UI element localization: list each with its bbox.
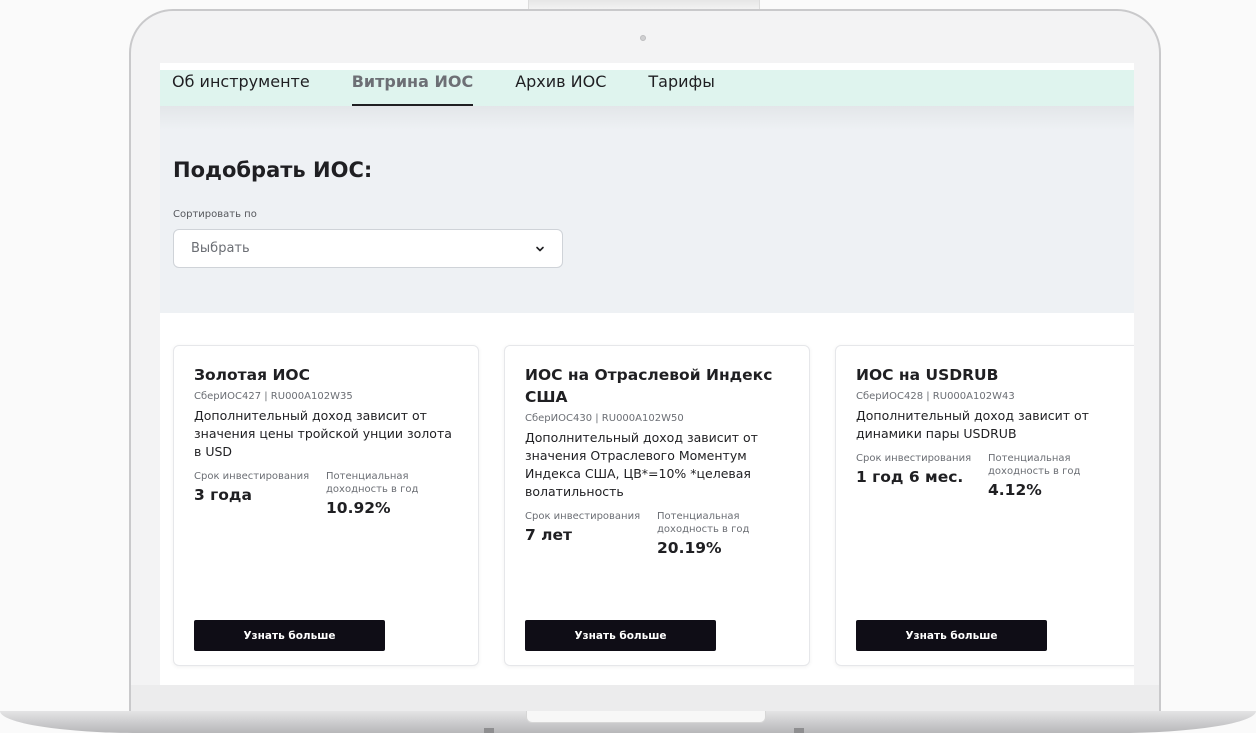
term-stat: Срок инвестирования 1 год 6 мес. <box>856 452 988 500</box>
tab-showcase[interactable]: Витрина ИОС <box>351 70 473 106</box>
term-value: 3 года <box>194 486 252 504</box>
term-stat: Срок инвестирования 3 года <box>194 470 326 518</box>
top-strip <box>160 63 1134 70</box>
filter-title: Подобрать ИОС: <box>173 158 373 182</box>
chevron-down-icon <box>536 246 544 251</box>
laptop-base-notch <box>526 711 766 723</box>
learn-more-button[interactable]: Узнать больше <box>525 620 716 651</box>
camera-icon <box>640 35 646 41</box>
learn-more-button[interactable]: Узнать больше <box>194 620 385 651</box>
yield-stat: Потенциальная доходность в год 20.19% <box>657 510 789 558</box>
yield-label: Потенциальная доходность в год <box>988 453 1081 477</box>
yield-value: 10.92% <box>326 499 391 517</box>
card-code: СберИОС430 | RU000A102W50 <box>525 413 684 424</box>
card-description: Дополнительный доход зависит от динамики… <box>856 408 1089 441</box>
sort-select[interactable]: Выбрать <box>173 229 563 268</box>
yield-value: 4.12% <box>988 481 1042 499</box>
term-value: 1 год 6 мес. <box>856 468 964 486</box>
learn-more-button[interactable]: Узнать больше <box>856 620 1047 651</box>
card-code: СберИОС428 | RU000A102W43 <box>856 391 1015 402</box>
card-title: ИОС на Отраслевой Индекс США <box>525 366 773 406</box>
term-label: Срок инвестирования <box>525 511 641 522</box>
tab-archive[interactable]: Архив ИОС <box>515 70 606 106</box>
laptop-foot-left <box>484 728 494 733</box>
tab-tariffs[interactable]: Тарифы <box>648 70 714 106</box>
yield-value: 20.19% <box>657 539 722 557</box>
yield-stat: Потенциальная доходность в год 4.12% <box>988 452 1120 500</box>
term-label: Срок инвестирования <box>856 453 972 464</box>
cards-section: Золотая ИОС СберИОС427 | RU000A102W35 До… <box>160 313 1134 685</box>
sort-label: Сортировать по <box>173 209 257 220</box>
yield-label: Потенциальная доходность в год <box>326 471 419 495</box>
card-description: Дополнительный доход зависит от значения… <box>194 408 452 459</box>
card-code: СберИОС427 | RU000A102W35 <box>194 391 353 402</box>
product-card: ИОС на USDRUB СберИОС428 | RU000A102W43 … <box>835 345 1134 666</box>
card-stats: Срок инвестирования 3 года Потенциальная… <box>194 470 458 518</box>
card-stats: Срок инвестирования 1 год 6 мес. Потенци… <box>856 452 1120 500</box>
yield-label: Потенциальная доходность в год <box>657 511 750 535</box>
card-title: Золотая ИОС <box>194 366 310 384</box>
yield-stat: Потенциальная доходность в год 10.92% <box>326 470 458 518</box>
product-card: Золотая ИОС СберИОС427 | RU000A102W35 До… <box>173 345 479 666</box>
term-stat: Срок инвестирования 7 лет <box>525 510 657 558</box>
filter-section: Подобрать ИОС: Сортировать по Выбрать <box>160 106 1134 313</box>
laptop-screen: Об инструменте Витрина ИОС Архив ИОС Тар… <box>160 63 1134 685</box>
product-card: ИОС на Отраслевой Индекс США СберИОС430 … <box>504 345 810 666</box>
card-stats: Срок инвестирования 7 лет Потенциальная … <box>525 510 789 558</box>
laptop-chin <box>131 685 1159 713</box>
card-description: Дополнительный доход зависит от значения… <box>525 430 758 499</box>
sort-select-value: Выбрать <box>191 241 250 256</box>
term-value: 7 лет <box>525 526 573 544</box>
card-title: ИОС на USDRUB <box>856 366 999 384</box>
tab-about[interactable]: Об инструменте <box>172 70 310 106</box>
tabs-bar: Об инструменте Витрина ИОС Архив ИОС Тар… <box>160 70 1134 106</box>
laptop-foot-right <box>794 728 804 733</box>
term-label: Срок инвестирования <box>194 471 310 482</box>
